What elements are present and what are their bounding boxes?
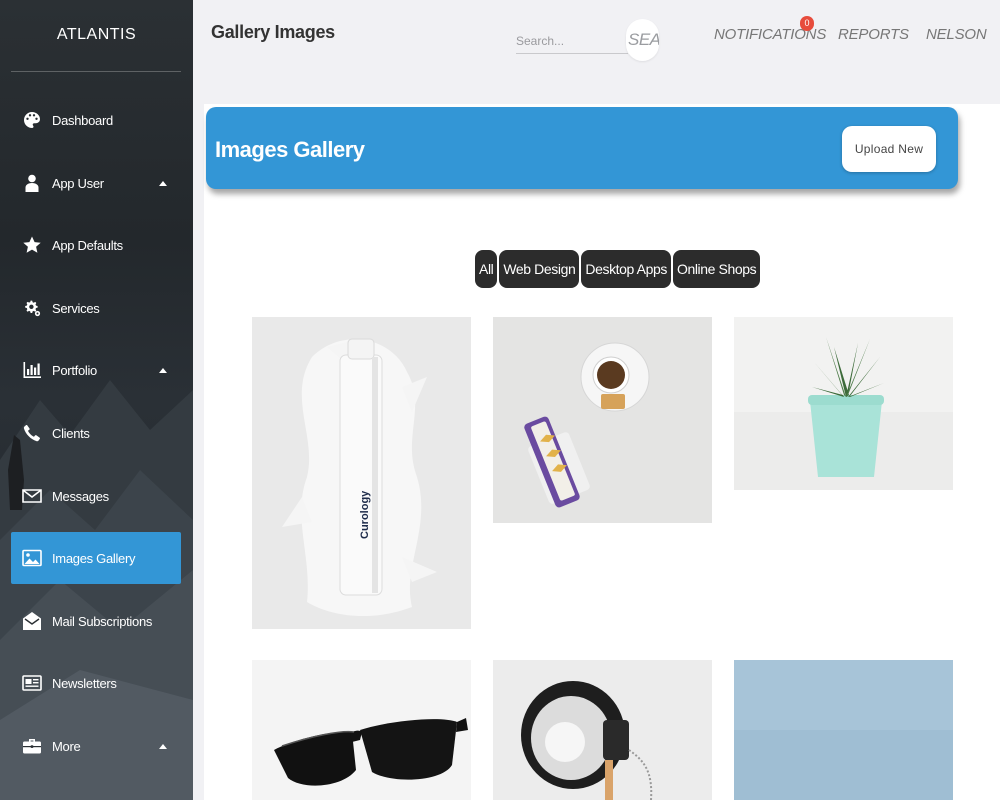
image-icon bbox=[21, 547, 43, 569]
caret-up-icon bbox=[159, 744, 167, 749]
gallery-image-lamp[interactable] bbox=[493, 660, 712, 800]
page-title: Gallery Images bbox=[211, 22, 335, 42]
newspaper-icon bbox=[21, 672, 43, 694]
reports-link[interactable]: REPORTS bbox=[838, 26, 909, 43]
gallery-image-bottle[interactable]: Curology bbox=[252, 317, 471, 629]
gallery-header-title: Images Gallery bbox=[215, 137, 365, 162]
envelope-open-icon bbox=[21, 610, 43, 632]
sidebar-item-label: App User bbox=[52, 175, 104, 191]
sidebar-item-label: Messages bbox=[52, 488, 109, 504]
star-icon bbox=[21, 234, 43, 256]
coffee-image bbox=[493, 317, 712, 523]
sidebar-item-dashboard[interactable]: Dashboard bbox=[11, 94, 181, 146]
gallery-image-coffee[interactable] bbox=[493, 317, 712, 523]
filter-all-button[interactable]: All bbox=[475, 250, 498, 288]
sidebar-item-label: Mail Subscriptions bbox=[52, 613, 153, 629]
lamp-image bbox=[493, 660, 712, 800]
gears-icon bbox=[21, 297, 43, 319]
bottle-image: Curology bbox=[252, 317, 471, 629]
brand-divider bbox=[11, 71, 181, 72]
sidebar-item-more[interactable]: More bbox=[11, 720, 181, 772]
gallery-filter-bar: All Web Design Desktop Apps Online Shops bbox=[475, 250, 761, 288]
phone-icon bbox=[21, 422, 43, 444]
sidebar-item-label: Services bbox=[52, 300, 100, 316]
sidebar-item-clients[interactable]: Clients bbox=[11, 407, 181, 459]
filter-online-shops-button[interactable]: Online Shops bbox=[672, 250, 761, 288]
sidebar-item-app-defaults[interactable]: App Defaults bbox=[11, 219, 181, 271]
main-content: Images Gallery Upload New All Web Design… bbox=[204, 104, 1000, 800]
sidebar-item-label: Dashboard bbox=[52, 112, 113, 128]
search-button[interactable]: SEARCH bbox=[626, 19, 659, 61]
sidebar-item-newsletters[interactable]: Newsletters bbox=[11, 657, 181, 709]
caret-up-icon bbox=[159, 368, 167, 373]
gallery-header-banner: Images Gallery Upload New bbox=[206, 107, 958, 189]
palette-icon bbox=[21, 109, 43, 131]
gallery-image-blue[interactable] bbox=[734, 660, 953, 800]
gallery-image-plant[interactable] bbox=[734, 317, 953, 490]
notification-count-badge: 0 bbox=[800, 16, 814, 31]
search-input[interactable] bbox=[516, 28, 628, 54]
sidebar-item-label: Clients bbox=[52, 425, 90, 441]
sunglasses-image bbox=[252, 660, 471, 800]
top-bar: Gallery Images SEARCH NOTIFICATIONS 0 RE… bbox=[193, 0, 1000, 103]
sidebar-item-services[interactable]: Services bbox=[11, 282, 181, 334]
sidebar-item-label: App Defaults bbox=[52, 237, 123, 253]
caret-up-icon bbox=[159, 181, 167, 186]
sidebar-item-portfolio[interactable]: Portfolio bbox=[11, 344, 181, 396]
filter-desktop-apps-button[interactable]: Desktop Apps bbox=[581, 250, 671, 288]
sidebar-item-mail-subscriptions[interactable]: Mail Subscriptions bbox=[11, 595, 181, 647]
sidebar-item-app-user[interactable]: App User bbox=[11, 157, 181, 209]
upload-new-button[interactable]: Upload New bbox=[842, 126, 936, 172]
bar-chart-icon bbox=[21, 359, 43, 381]
user-icon bbox=[21, 172, 43, 194]
sidebar-item-label: Portfolio bbox=[52, 362, 97, 378]
sidebar: ATLANTIS Dashboard App User App Defaults… bbox=[0, 0, 193, 800]
gallery-image-sunglasses[interactable] bbox=[252, 660, 471, 800]
briefcase-icon bbox=[21, 735, 43, 757]
sidebar-item-label: Newsletters bbox=[52, 675, 117, 691]
bottle-brand-text: Curology bbox=[359, 490, 371, 539]
sidebar-item-messages[interactable]: Messages bbox=[11, 470, 181, 522]
filter-web-design-button[interactable]: Web Design bbox=[499, 250, 580, 288]
sidebar-item-images-gallery[interactable]: Images Gallery bbox=[11, 532, 181, 584]
sidebar-item-label: Images Gallery bbox=[52, 550, 136, 566]
envelope-icon bbox=[21, 485, 43, 507]
plant-image bbox=[734, 317, 953, 490]
user-menu-link[interactable]: NELSON bbox=[926, 26, 987, 43]
sidebar-item-label: More bbox=[52, 738, 81, 754]
brand-logo[interactable]: ATLANTIS bbox=[0, 26, 193, 44]
blue-backdrop-image bbox=[734, 660, 953, 800]
